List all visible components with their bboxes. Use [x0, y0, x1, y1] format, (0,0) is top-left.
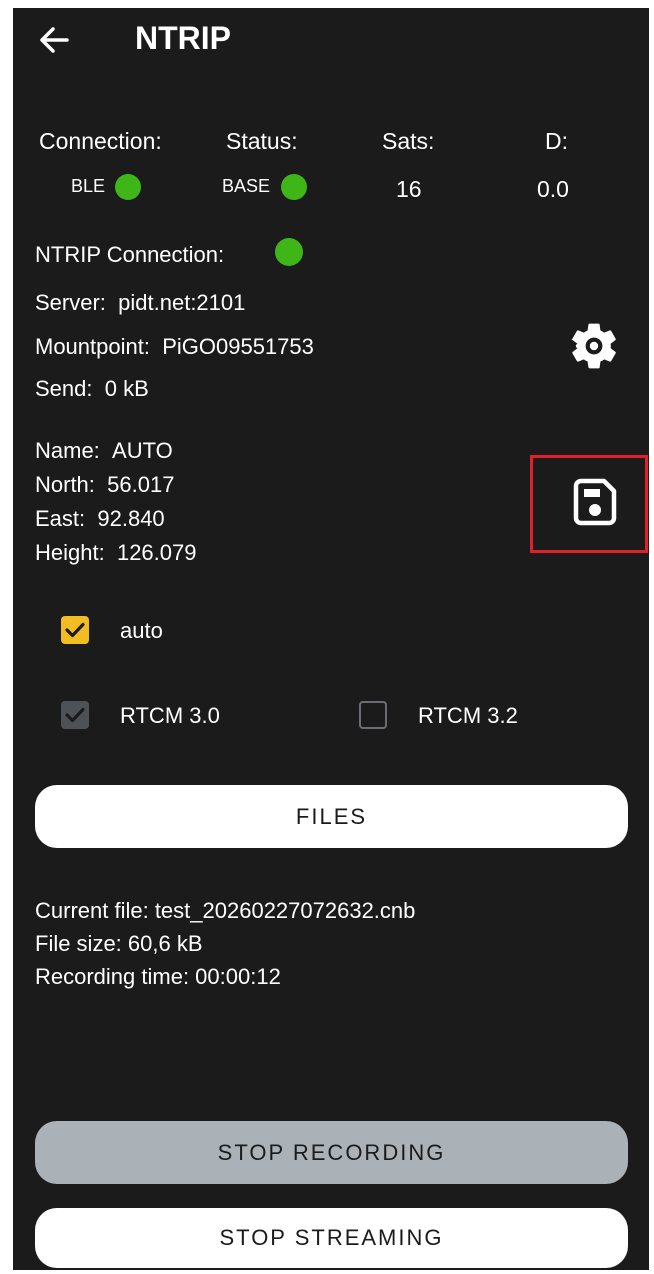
mountpoint-value: PiGO09551753	[162, 334, 314, 359]
ntrip-screen: NTRIP Connection: BLE Status: BASE Sats:…	[13, 8, 649, 1270]
north-row: North: 56.017	[35, 472, 174, 498]
back-button[interactable]	[33, 18, 77, 62]
stop-recording-button[interactable]: STOP RECORDING	[35, 1121, 628, 1184]
settings-button[interactable]	[566, 318, 622, 374]
gear-icon	[571, 323, 616, 369]
send-value: 0 kB	[104, 376, 149, 401]
server-value: pidt.net:2101	[118, 290, 246, 315]
rtcm32-label: RTCM 3.2	[418, 703, 518, 728]
mountpoint-row: Mountpoint: PiGO09551753	[35, 334, 314, 360]
name-row: Name: AUTO	[35, 438, 173, 464]
north-label: North:	[35, 472, 95, 497]
height-label: Height:	[35, 540, 105, 565]
status-value: BASE	[222, 176, 271, 196]
current-file: Current file: test_20260227072632.cnb	[35, 898, 416, 923]
page-title: NTRIP	[135, 20, 231, 56]
auto-checkbox[interactable]	[61, 616, 89, 644]
d-label: D:	[545, 128, 568, 154]
files-button[interactable]: FILES	[35, 785, 628, 848]
file-size: File size: 60,6 kB	[35, 931, 203, 956]
d-value: 0.0	[537, 176, 569, 202]
checkmark-icon	[65, 622, 85, 638]
east-label: East:	[35, 506, 86, 531]
height-value: 126.079	[116, 540, 197, 565]
server-row: Server: pidt.net:2101	[35, 290, 245, 316]
rtcm30-checkbox[interactable]	[61, 701, 89, 729]
north-value: 56.017	[107, 472, 175, 497]
east-value: 92.840	[97, 506, 165, 531]
stop-streaming-button[interactable]: STOP STREAMING	[35, 1208, 628, 1268]
sats-label: Sats:	[382, 128, 435, 154]
status-indicator	[281, 174, 307, 200]
arrow-left-icon	[40, 27, 69, 53]
east-row: East: 92.840	[35, 506, 165, 532]
name-label: Name:	[35, 438, 100, 463]
save-button[interactable]	[567, 476, 623, 532]
auto-label: auto	[120, 618, 163, 643]
server-label: Server:	[35, 290, 106, 315]
mountpoint-label: Mountpoint:	[35, 334, 150, 359]
connection-value: BLE	[71, 176, 106, 196]
send-row: Send: 0 kB	[35, 376, 149, 402]
connection-label: Connection:	[39, 128, 162, 154]
rtcm32-checkbox[interactable]	[359, 701, 387, 729]
connection-indicator	[115, 174, 141, 200]
recording-time: Recording time: 00:00:12	[35, 964, 281, 989]
auto-option[interactable]: auto	[61, 613, 261, 647]
checkmark-icon	[65, 707, 85, 723]
name-value: AUTO	[112, 438, 173, 463]
rtcm30-option[interactable]: RTCM 3.0	[61, 698, 291, 732]
rtcm32-option[interactable]: RTCM 3.2	[359, 698, 589, 732]
ntrip-connection-indicator	[275, 238, 303, 266]
rtcm30-label: RTCM 3.0	[120, 703, 220, 728]
send-label: Send:	[35, 376, 93, 401]
save-icon	[573, 478, 617, 526]
status-label: Status:	[226, 128, 298, 154]
height-row: Height: 126.079	[35, 540, 196, 566]
sats-value: 16	[396, 176, 422, 202]
ntrip-connection-label: NTRIP Connection:	[35, 242, 225, 267]
